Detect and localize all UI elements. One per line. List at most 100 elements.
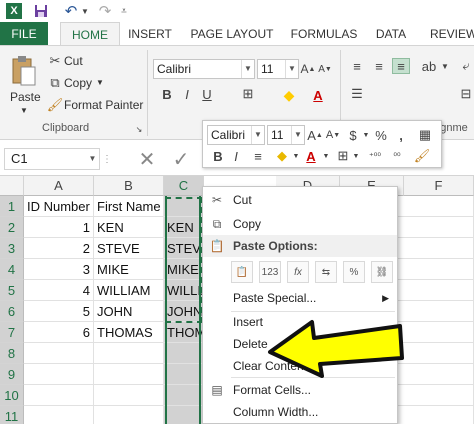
cut-label[interactable]: Cut [64,54,83,68]
chevron-down-icon[interactable]: ▼ [291,147,301,165]
cell-empty[interactable] [398,322,474,343]
orientation-icon[interactable]: ab [420,58,438,74]
cut-icon[interactable]: ✂ [48,53,62,68]
increase-decimal-icon[interactable]: ⁺⁰⁰ [365,147,385,165]
row-header[interactable]: 11 [0,406,24,424]
redo-icon[interactable]: ↷ [96,3,114,20]
cell-a4[interactable]: 3 [24,259,94,280]
cell-a1[interactable]: ID Number [24,196,94,217]
enter-icon[interactable]: ✓ [170,148,192,171]
percent-icon[interactable]: % [373,125,389,145]
cell-empty[interactable] [94,364,164,385]
font-color-icon[interactable]: A [310,86,326,104]
italic-icon[interactable]: I [180,86,194,102]
cell-empty[interactable] [94,343,164,364]
paste-link-icon[interactable]: ⛓ [371,261,393,283]
paste-dropdown-icon[interactable]: ▼ [20,106,28,115]
chevron-down-icon[interactable]: ▼ [241,60,254,78]
cell-b1[interactable]: First Name [94,196,164,217]
menu-item-column-width[interactable]: Column Width... [203,401,397,423]
paste-values-icon[interactable]: 123 [259,261,281,283]
cell-empty[interactable] [398,406,474,424]
increase-font-icon[interactable]: A ▲ [301,60,316,78]
customize-qat-icon[interactable]: ⩡ [118,3,130,19]
cell-a2[interactable]: 1 [24,217,94,238]
cell-empty[interactable] [24,385,94,406]
tab-home[interactable]: HOME [60,22,120,46]
format-painter-icon[interactable]: 🖌 [413,147,431,165]
comma-style-icon[interactable]: , [393,125,409,145]
cell-empty[interactable] [398,385,474,406]
cell-a3[interactable]: 2 [24,238,94,259]
mini-font-size-combo[interactable]: 11 ▼ [267,125,305,145]
row-header[interactable]: 4 [0,259,24,280]
align-middle-icon[interactable]: ≡ [370,58,388,74]
borders-icon[interactable]: ⊞ [240,86,256,102]
clipboard-launcher-icon[interactable]: ↘ [134,124,144,134]
font-name-combo[interactable]: Calibri ▼ [153,59,255,79]
cell-b5[interactable]: WILLIAM [94,280,164,301]
column-header-f[interactable]: F [404,176,474,196]
row-header[interactable]: 9 [0,364,24,385]
row-header[interactable]: 6 [0,301,24,322]
cancel-icon[interactable]: ✕ [136,148,158,171]
column-header-b[interactable]: B [94,176,164,196]
name-box[interactable]: C1 ▼ [4,148,100,170]
format-painter-label[interactable]: Format Painter [64,98,143,112]
cell-empty[interactable] [398,196,474,217]
cell-empty[interactable] [94,406,164,424]
menu-item-paste-special[interactable]: Paste Special... ▶ [203,287,397,309]
currency-icon[interactable]: $ [345,125,361,145]
row-header[interactable]: 5 [0,280,24,301]
cell-empty[interactable] [398,301,474,322]
chevron-down-icon[interactable]: ▼ [291,126,304,144]
chevron-down-icon[interactable]: ▼ [86,149,99,169]
menu-item-cut[interactable]: ✂ Cut [203,189,397,211]
menu-item-format-cells[interactable]: ▤ Format Cells... [203,379,397,401]
copy-dropdown-icon[interactable]: ▼ [96,78,104,87]
fill-color-icon[interactable]: ◆ [273,147,291,165]
align-top-icon[interactable]: ≡ [348,58,366,74]
merge-icon[interactable]: ⊟ [458,86,474,102]
chevron-down-icon[interactable]: ▼ [285,60,298,78]
cell-empty[interactable] [24,364,94,385]
paste-label[interactable]: Paste [10,90,41,104]
paste-transpose-icon[interactable]: % [343,261,365,283]
cell-empty[interactable] [398,343,474,364]
paste-formatting-icon[interactable]: ⇆ [315,261,337,283]
cell-a6[interactable]: 5 [24,301,94,322]
tab-review[interactable]: REVIEW [430,22,474,46]
tab-page-layout[interactable]: PAGE LAYOUT [188,22,276,46]
row-header[interactable]: 2 [0,217,24,238]
resize-handle-icon[interactable]: ⋮ [102,154,112,165]
format-painter-icon[interactable]: 🖌 [47,97,64,112]
underline-icon[interactable]: U [200,86,214,102]
bold-icon[interactable]: B [160,86,174,102]
undo-dropdown-icon[interactable]: ▼ [80,3,90,19]
increase-font-icon[interactable]: A ▲ [307,125,323,145]
tab-formulas[interactable]: FORMULAS [288,22,360,46]
cell-b2[interactable]: KEN [94,217,164,238]
row-header[interactable]: 8 [0,343,24,364]
align-bottom-icon[interactable]: ≡ [392,58,410,74]
paste-formulas-icon[interactable]: fx [287,261,309,283]
select-all-corner[interactable] [0,176,24,196]
cell-a5[interactable]: 4 [24,280,94,301]
font-size-combo[interactable]: 11 ▼ [257,59,299,79]
chevron-down-icon[interactable]: ▼ [361,125,371,145]
chevron-down-icon[interactable]: ▼ [440,60,450,72]
copy-label[interactable]: Copy [64,76,92,90]
decrease-font-icon[interactable]: A ▼ [325,125,341,145]
borders-icon[interactable]: ⊞ [335,147,351,165]
menu-item-copy[interactable]: ⧉ Copy [203,213,397,235]
cell-empty[interactable] [398,238,474,259]
fill-color-icon[interactable]: ◆ [280,86,298,104]
paste-icon[interactable]: 📋 [231,261,253,283]
row-header[interactable]: 10 [0,385,24,406]
column-header-a[interactable]: A [24,176,94,196]
cell-empty[interactable] [398,280,474,301]
bold-icon[interactable]: B [211,147,225,165]
chevron-down-icon[interactable]: ▼ [351,147,361,165]
row-header[interactable]: 7 [0,322,24,343]
mini-font-name-combo[interactable]: Calibri ▼ [207,125,265,145]
